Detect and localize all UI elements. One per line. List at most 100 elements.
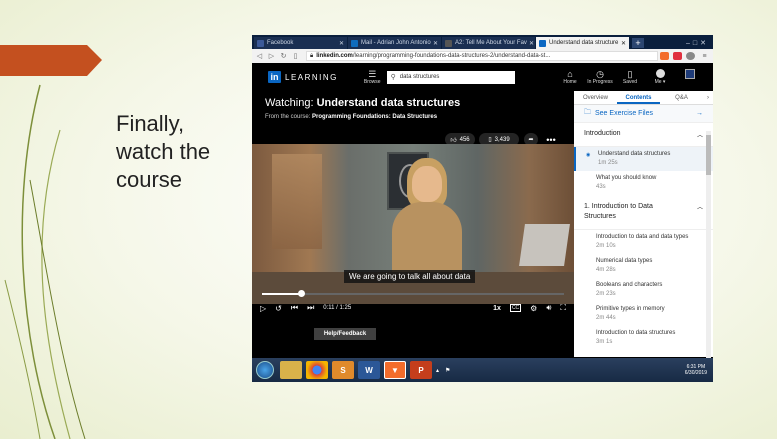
profile-icon[interactable] [686,52,695,60]
search-input[interactable]: ⚲ data structures [386,70,515,84]
item-duration: 2m 23s [596,291,616,297]
bookmark-icon: ▯ [627,69,633,79]
browse-button[interactable]: ☰ Browse [364,68,381,85]
brave-icon[interactable]: ▼ [384,361,406,379]
progress-bar[interactable] [262,290,564,297]
fullscreen-icon[interactable]: ⛶ [560,303,566,313]
course-link[interactable]: Programming Foundations: Data Structures [312,114,437,120]
sidebar-scrollbar[interactable] [706,131,711,359]
new-tab-button[interactable]: + [632,38,644,48]
item-title: Introduction to data and data types [596,234,689,240]
tab-contents[interactable]: Contents [617,91,660,104]
menu-icon[interactable]: ≡ [700,53,709,60]
url-field[interactable]: 🔒︎ linkedin.com /learning/programming-fo… [306,51,658,61]
lock-icon: 🔒︎ [310,52,314,59]
window-controls[interactable]: –□✕ [686,39,713,49]
replay-icon[interactable]: ↺ [275,304,282,313]
tab-facebook[interactable]: Facebook ✕ [254,37,347,49]
exercise-files-label: See Exercise Files [595,110,653,117]
slide-swoosh-4 [4,279,41,439]
section-introduction[interactable]: Introduction ︿ [574,123,713,147]
rewards-icon[interactable] [673,52,682,60]
linkedin-learning-header: in LEARNING ☰ Browse ⚲ data structures ⌂… [252,63,713,91]
book-icon [445,39,452,47]
nav-business[interactable] [675,69,705,85]
nav-in-progress[interactable]: ◷ In Progress [585,69,615,85]
tray-arrow-icon[interactable]: ▴ [436,367,439,374]
chevron-up-icon: ︿ [696,133,703,139]
item-duration: 3m 1s [596,339,613,345]
tab-overview[interactable]: Overview [574,91,617,104]
list-item[interactable]: Introduction to data structures 3m 1s [574,326,713,350]
address-bar: ◁ ▷ ↻ ▯ 🔒︎ linkedin.com /learning/progra… [252,49,713,63]
browser-screenshot: Facebook ✕ Mail - Adrian John Antonio ✕ … [252,35,713,382]
tab-mail[interactable]: Mail - Adrian John Antonio ✕ [348,37,441,49]
close-icon[interactable]: ✕ [337,40,344,47]
file-explorer-icon[interactable] [280,361,302,379]
presenter-face [412,166,442,202]
slide-caption-text: Finally, watch the course [116,111,211,192]
volume-icon[interactable]: 🔊︎ [546,303,551,313]
sublime-icon[interactable]: S [332,361,354,379]
play-icon[interactable]: ▷ [260,304,266,313]
slide-arrow-shape [0,45,102,76]
settings-icon[interactable]: ⚙ [530,304,537,313]
save-count: 3,439 [494,136,510,143]
nav-label: In Progress [587,79,613,85]
laptop [519,224,570,266]
hamburger-icon: ☰ [368,68,377,79]
bookmark-icon[interactable]: ▯ [291,52,300,60]
tab-label: Facebook [267,40,294,46]
thumbs-up-icon: 👍︎ [450,137,457,144]
back-icon[interactable]: ◁ [255,52,264,60]
tab-understand-data-structures[interactable]: Understand data structure ✕ [536,37,629,49]
nav-saved[interactable]: ▯ Saved [615,69,645,85]
brave-shield-icon[interactable] [660,52,669,60]
linkedin-learning-logo[interactable]: in LEARNING [268,71,338,83]
clock[interactable]: 6:31 PM 6/30/2019 [685,364,707,376]
nav-me[interactable]: Me ▾ [645,69,675,85]
tab-assignment[interactable]: A2: Tell Me About Your Fav ✕ [442,37,535,49]
slide-swoosh-3 [29,179,86,439]
list-item[interactable]: Booleans and characters 2m 23s [574,278,713,302]
nav-label: Home [563,79,577,85]
captions-button[interactable]: CC [509,304,522,312]
avatar [655,69,665,78]
watching-prefix: Watching: [265,97,314,109]
flag-icon[interactable]: ⚑ [445,367,450,374]
nav-home[interactable]: ⌂ Home [555,69,585,85]
word-icon[interactable]: W [358,361,380,379]
close-icon[interactable]: ✕ [431,40,438,47]
reload-icon[interactable]: ↻ [279,52,288,60]
list-item[interactable]: ◉ Understand data structures 1m 25s [574,147,713,171]
help-feedback-button[interactable]: Help/Feedback [314,328,376,340]
section-title: 1. Introduction to Data Structures [584,203,653,220]
list-item[interactable]: Primitive types in memory 2m 44s [574,302,713,326]
list-item[interactable]: Introduction to data and data types 2m 1… [574,230,713,254]
speed-button[interactable]: 1x [493,305,501,312]
close-icon[interactable]: ✕ [527,40,534,47]
item-title: Booleans and characters [596,282,663,288]
forward-icon[interactable]: ▷ [267,52,276,60]
list-item[interactable]: What you should know 43s [574,171,713,195]
browser-tab-strip: Facebook ✕ Mail - Adrian John Antonio ✕ … [252,35,713,49]
business-icon [685,69,695,79]
section-1[interactable]: 1. Introduction to Data Structures ︿ [574,195,713,230]
chevron-right-icon[interactable]: › [703,91,713,104]
close-icon[interactable]: ✕ [619,40,626,47]
start-button[interactable] [256,361,274,379]
chrome-icon[interactable] [306,361,328,379]
item-duration: 2m 10s [596,243,616,249]
list-item[interactable]: Numerical data types 4m 28s [574,254,713,278]
next-icon[interactable]: ⏭︎ [307,303,314,313]
exercise-files-link[interactable]: 🗀 See Exercise Files → [574,105,713,123]
tab-qa[interactable]: Q&A [660,91,703,104]
previous-icon[interactable]: ⏮︎ [291,303,298,313]
scrollbar-thumb[interactable] [706,135,711,175]
nav-label: Saved [622,79,638,85]
background-wall [272,154,322,249]
item-title: Numerical data types [596,258,653,264]
item-duration: 2m 44s [596,315,616,321]
powerpoint-icon[interactable]: P [410,361,432,379]
tab-label: A2: Tell Me About Your Fav [455,40,527,46]
